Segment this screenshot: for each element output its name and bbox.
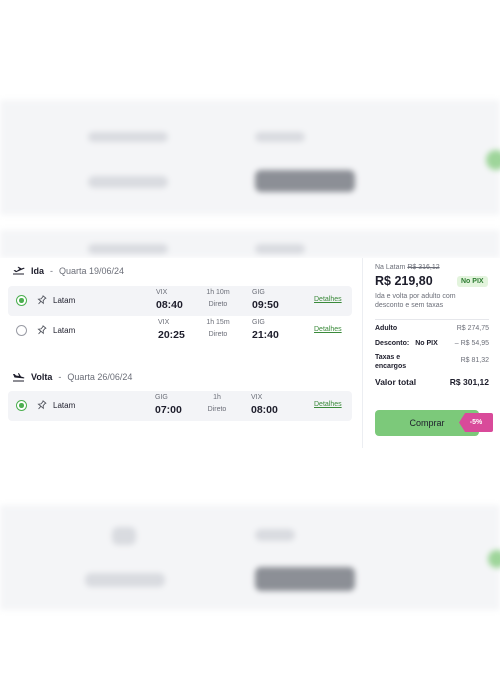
details-link[interactable]: Detalhes [314,326,342,333]
arrival-time: 08:00 [251,404,278,416]
taxes-line: Taxas e encargos R$ 81,32 [375,353,489,371]
flight-type: Direto [208,301,228,308]
background-card-bottom [0,505,500,610]
landing-plane-icon [13,373,25,382]
outbound-date: Quarta 19/06/24 [59,266,125,276]
return-date: Quarta 26/06/24 [67,372,133,382]
pix-badge: No PIX [457,276,488,287]
flight-type: Direto [208,331,228,338]
arrival-airport: GIG [252,289,265,296]
price-divider [375,319,489,320]
total-line: Valor total R$ 301,12 [375,377,489,387]
airline-name: Latam [53,401,76,410]
departure-time: 08:40 [156,299,183,311]
outbound-separator: - [50,266,54,276]
departure-airport: VIX [158,319,170,326]
old-price: R$ 316,12 [407,264,440,271]
flight-duration: 1h 10m [206,289,230,296]
takeoff-plane-icon [13,266,25,275]
outbound-label: Ida [31,266,45,276]
arrival-time: 21:40 [252,329,279,341]
details-link[interactable]: Detalhes [314,401,342,408]
background-card-top [0,100,500,215]
departure-time: 07:00 [155,404,182,416]
adult-line: Adulto R$ 274,75 [375,325,489,332]
background-card-top-2 [0,230,500,258]
airline-name: Latam [53,296,76,305]
adult-label: Adulto [375,325,398,332]
airline-price-reference: Na Latam R$ 316,12 [375,264,440,271]
taxes-value: R$ 81,32 [460,357,489,364]
flight-radio[interactable] [16,325,27,336]
outbound-flight-row[interactable]: Latam VIX 20:25 1h 15m Direto GIG 21:40 … [8,316,352,346]
flight-radio-selected[interactable] [16,400,27,411]
departure-airport: VIX [156,289,168,296]
total-value: R$ 301,12 [449,377,489,387]
flight-duration: 1h [213,394,221,401]
return-header: Volta - Quarta 26/06/24 [12,372,132,382]
arrival-airport: VIX [251,394,263,401]
price-note: Ida e volta por adulto com desconto e se… [375,293,456,309]
flight-radio-selected[interactable] [16,295,27,306]
airline-pin-icon [37,295,47,305]
discount-label-group: Desconto: No PIX [375,340,438,347]
discount-label: Desconto: [375,340,410,347]
price-summary: Na Latam R$ 316,12 R$ 219,80 No PIX Ida … [362,258,500,448]
airline-name: Latam [53,326,76,335]
taxes-label: Taxas e encargos [375,354,407,370]
arrival-time: 09:50 [252,299,279,311]
flight-type: Direto [207,406,227,413]
discount-badge: -5% [459,413,493,432]
return-label: Volta [31,372,53,382]
outbound-flight-row[interactable]: Latam VIX 08:40 1h 10m Direto GIG 09:50 … [8,286,352,316]
discount-method: No PIX [415,340,438,347]
arrival-airport: GIG [252,319,265,326]
flight-selection-panel: Ida - Quarta 19/06/24 Latam VIX 08:40 1h… [0,258,500,448]
total-label: Valor total [375,377,417,387]
return-flight-row[interactable]: Latam GIG 07:00 1h Direto VIX 08:00 Deta… [8,391,352,421]
discount-value: – R$ 54,95 [454,340,489,347]
outbound-header: Ida - Quarta 19/06/24 [12,266,124,276]
flight-duration: 1h 15m [206,319,230,326]
airline-pin-icon [37,325,47,335]
adult-value: R$ 274,75 [456,325,489,332]
discount-line: Desconto: No PIX – R$ 54,95 [375,340,489,347]
return-separator: - [58,372,62,382]
current-price: R$ 219,80 [375,274,433,288]
airline-pin-icon [37,400,47,410]
details-link[interactable]: Detalhes [314,296,342,303]
na-latam-label: Na Latam [375,264,406,271]
departure-airport: GIG [155,394,168,401]
departure-time: 20:25 [158,329,185,341]
